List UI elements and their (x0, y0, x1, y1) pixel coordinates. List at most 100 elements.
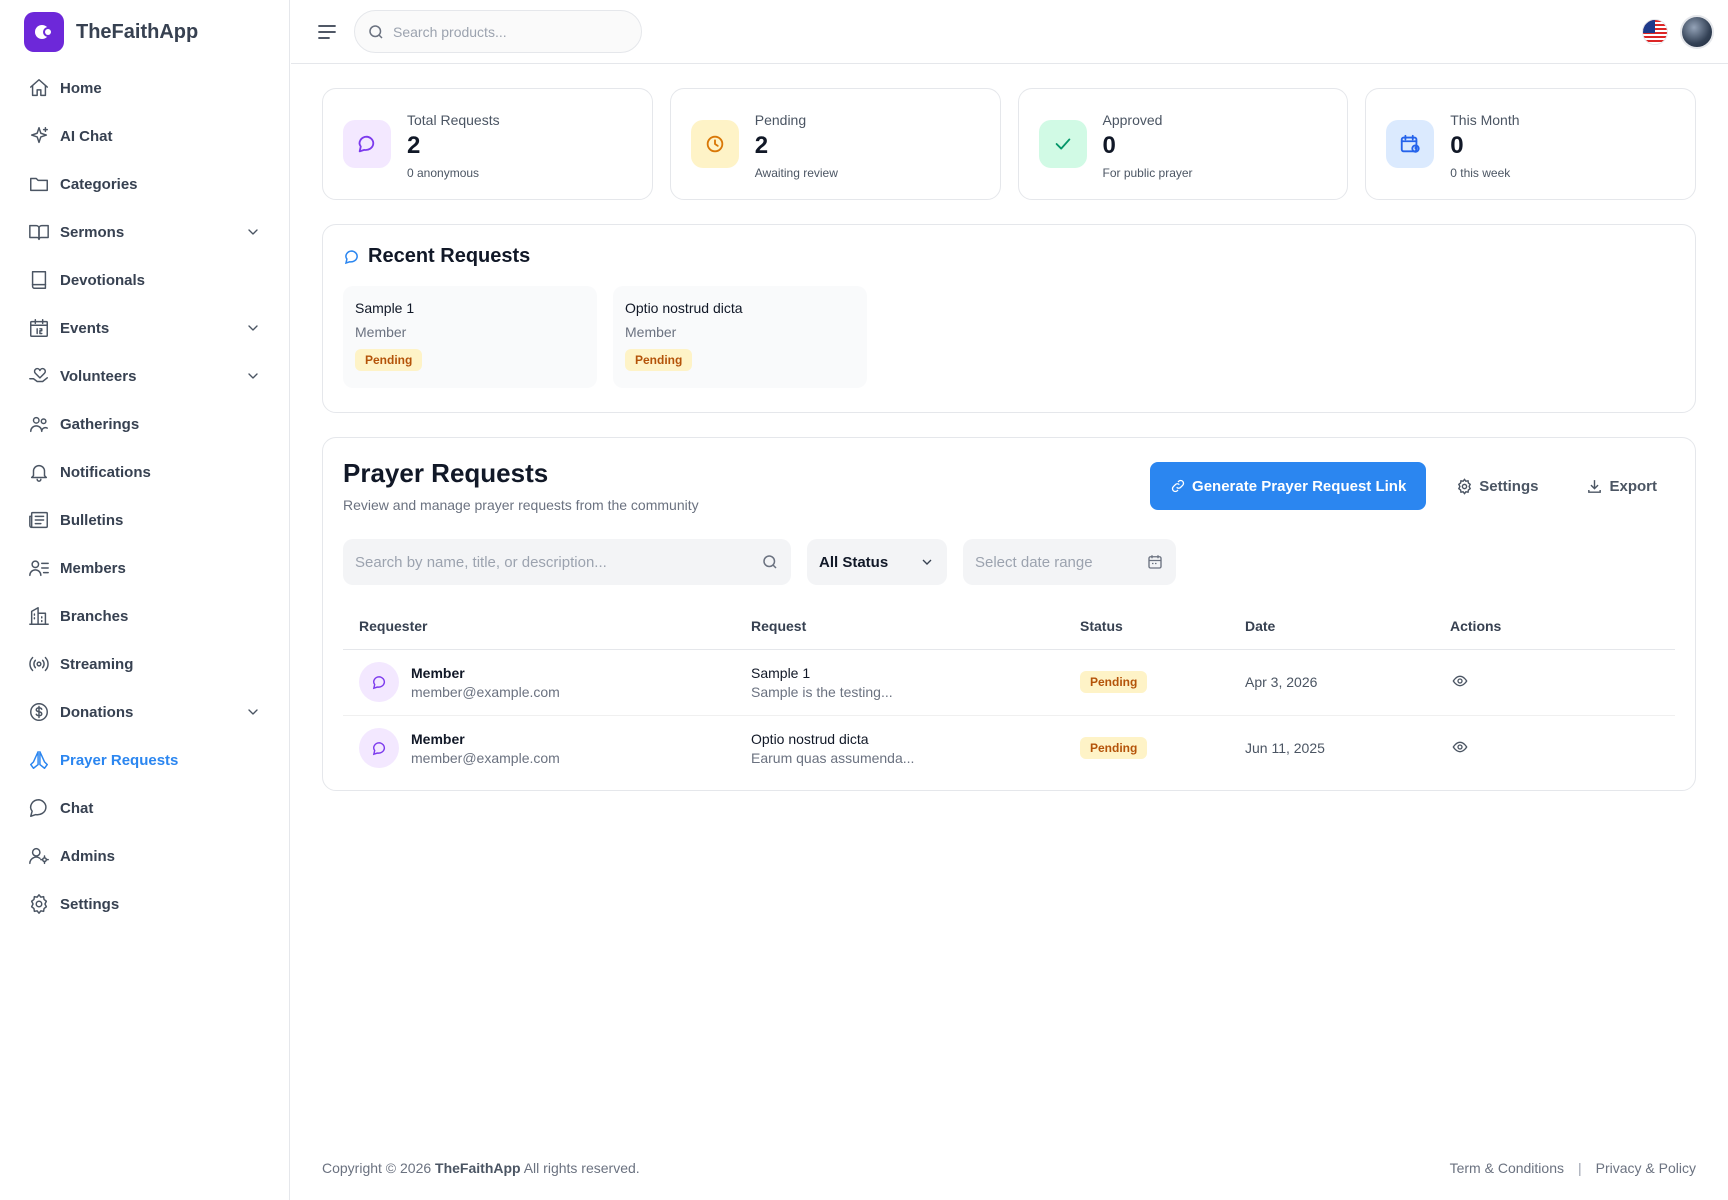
recent-requests-title: Recent Requests (368, 245, 531, 267)
avatar[interactable] (1680, 15, 1714, 49)
chevron-down-icon[interactable] (245, 224, 261, 240)
privacy-link[interactable]: Privacy & Policy (1596, 1160, 1696, 1176)
sidebar-item-prayer-requests[interactable]: Prayer Requests (0, 736, 289, 784)
sidebar-item-settings[interactable]: Settings (0, 880, 289, 928)
status-badge: Pending (625, 349, 693, 371)
sidebar-item-streaming[interactable]: Streaming (0, 640, 289, 688)
stat-card-total: Total Requests 2 0 anonymous (322, 88, 653, 200)
request-title: Sample 1 (751, 664, 811, 681)
chevron-down-icon[interactable] (245, 704, 261, 720)
topbar (291, 0, 1728, 64)
sidebar: TheFaithApp Home AI Chat Categories Serm… (0, 0, 290, 1200)
copyright: Copyright © 2026 TheFaithApp All rights … (322, 1160, 640, 1176)
stat-title: Approved (1102, 112, 1163, 128)
us-flag-icon[interactable] (1642, 19, 1668, 45)
table-row[interactable]: Member member@example.com Optio nostrud … (343, 715, 1675, 781)
sidebar-item-notifications[interactable]: Notifications (0, 448, 289, 496)
sidebar-item-events[interactable]: Events (0, 304, 289, 352)
column-header[interactable]: Date (1229, 603, 1434, 650)
recent-requests-panel: Recent Requests Sample 1 Member Pending … (322, 224, 1696, 413)
sidebar-item-label: AI Chat (60, 127, 113, 145)
status-badge: Pending (355, 349, 423, 371)
column-header[interactable]: Status (1064, 603, 1229, 650)
request-search-input[interactable] (355, 553, 761, 571)
status-filter-select[interactable]: All Status (807, 539, 947, 585)
sidebar-item-label: Bulletins (60, 511, 124, 529)
column-header[interactable]: Requester (343, 603, 735, 650)
export-label: Export (1609, 477, 1657, 495)
sidebar-item-label: Sermons (60, 223, 125, 241)
date-range-picker[interactable]: Select date range (963, 539, 1176, 585)
view-eye-icon[interactable] (1452, 673, 1468, 692)
search-icon (763, 555, 777, 569)
date-range-placeholder: Select date range (975, 553, 1093, 571)
menu-icon (318, 25, 336, 39)
recent-request-card[interactable]: Sample 1 Member Pending (343, 286, 597, 388)
sidebar-item-label: Members (60, 559, 126, 577)
copyright-suffix: All rights reserved. (523, 1160, 640, 1176)
stat-title: This Month (1450, 112, 1520, 128)
sidebar-item-label: Chat (60, 799, 94, 817)
sidebar-item-donations[interactable]: Donations (0, 688, 289, 736)
requester-name: Member (411, 664, 465, 681)
sidebar-nav: Home AI Chat Categories Sermons Devotion… (0, 64, 289, 928)
stat-subtitle: Awaiting review (754, 166, 838, 180)
chevron-down-icon[interactable] (245, 320, 261, 336)
folder-icon (30, 177, 48, 192)
terms-link[interactable]: Term & Conditions (1450, 1160, 1564, 1176)
stat-value: 2 (754, 132, 769, 159)
menu-toggle-button[interactable] (315, 20, 339, 44)
brand[interactable]: TheFaithApp (0, 0, 289, 64)
calendar-clock-icon (1386, 120, 1435, 168)
sidebar-item-branches[interactable]: Branches (0, 592, 289, 640)
newspaper-icon (29, 511, 48, 529)
chat-bubble-icon (343, 120, 391, 168)
copyright-prefix: Copyright © 2026 (322, 1160, 432, 1176)
sidebar-item-sermons[interactable]: Sermons (0, 208, 289, 256)
stat-card-approved: Approved 0 For public prayer (1017, 88, 1349, 200)
request-date: Apr 3, 2026 (1229, 649, 1434, 716)
table-row[interactable]: Member member@example.com Sample 1 Sampl… (343, 649, 1675, 716)
requester-email: member@example.com (411, 749, 560, 766)
sidebar-item-gatherings[interactable]: Gatherings (0, 400, 289, 448)
sidebar-item-volunteers[interactable]: Volunteers (0, 352, 289, 400)
column-header[interactable]: Request (735, 603, 1064, 650)
stat-card-this-month: This Month 0 0 this week (1365, 88, 1696, 200)
chevron-down-icon[interactable] (245, 368, 261, 384)
stats-row: Total Requests 2 0 anonymous Pending 2 A… (322, 88, 1696, 200)
gear-icon (30, 894, 48, 914)
export-button[interactable]: Export (1568, 462, 1675, 510)
view-eye-icon[interactable] (1452, 739, 1468, 758)
settings-label: Settings (1479, 477, 1539, 495)
status-badge: Pending (1080, 671, 1148, 693)
sidebar-item-devotionals[interactable]: Devotionals (0, 256, 289, 304)
sidebar-item-chat[interactable]: Chat (0, 784, 289, 832)
recent-request-card[interactable]: Optio nostrud dicta Member Pending (613, 286, 867, 388)
sidebar-item-admins[interactable]: Admins (0, 832, 289, 880)
sidebar-item-categories[interactable]: Categories (0, 160, 289, 208)
user-cog-icon (29, 847, 49, 865)
broadcast-icon (29, 656, 49, 672)
copyright-brand: TheFaithApp (435, 1160, 521, 1176)
search-input[interactable] (393, 23, 623, 40)
sidebar-item-ai-chat[interactable]: AI Chat (0, 112, 289, 160)
requester-name: Member (411, 730, 465, 747)
sidebar-item-home[interactable]: Home (0, 64, 289, 112)
sidebar-item-bulletins[interactable]: Bulletins (0, 496, 289, 544)
generate-link-button[interactable]: Generate Prayer Request Link (1150, 462, 1427, 510)
request-search-box (343, 539, 791, 585)
chat-bubble-icon (359, 662, 399, 702)
top-search-box (354, 10, 642, 53)
settings-button[interactable]: Settings (1438, 462, 1556, 510)
recent-request-role: Member (355, 324, 407, 340)
requests-table: Requester Request Status Date Actions Me… (343, 603, 1675, 781)
stat-value: 0 (1102, 132, 1116, 159)
link-icon (1171, 479, 1185, 493)
book-open-icon (29, 224, 49, 241)
check-icon (1038, 120, 1087, 168)
sidebar-item-label: Gatherings (60, 415, 140, 433)
sidebar-item-label: Donations (60, 703, 134, 721)
generate-link-label: Generate Prayer Request Link (1192, 477, 1407, 495)
sidebar-item-members[interactable]: Members (0, 544, 289, 592)
home-icon (30, 79, 48, 97)
